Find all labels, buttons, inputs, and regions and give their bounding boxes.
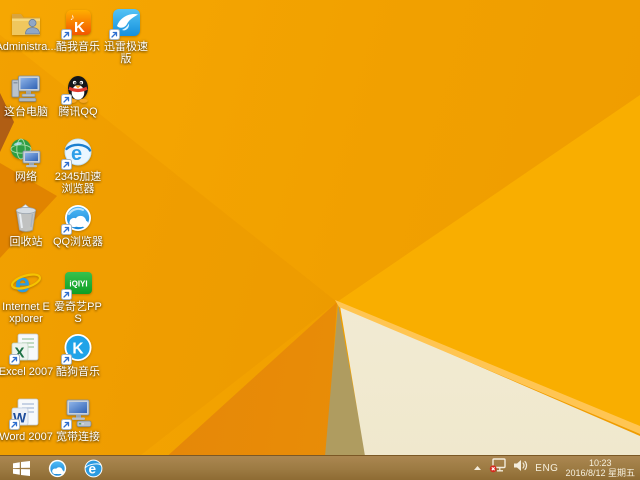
clock-date: 2016/8/12 星期五 — [565, 468, 635, 478]
icon-label: 酷我音乐 — [56, 41, 100, 53]
icon-label: 腾讯QQ — [58, 106, 98, 118]
desktop-icon-kuwo-music[interactable]: ♪ K 酷我音乐 — [52, 6, 104, 53]
iqiyi-icon: iQIYI — [61, 272, 92, 300]
network-disconnected-icon — [490, 458, 506, 473]
desktop-icon-network[interactable]: 网络 — [0, 136, 52, 183]
kuwo-music-icon: ♪ K — [61, 10, 91, 40]
2345-browser-e-icon: e — [61, 138, 92, 170]
desktop-icon-iqiyi-pps[interactable]: iQIYI 爱奇艺PPS — [52, 266, 104, 325]
desktop-icon-administrator[interactable]: Administra... — [0, 6, 57, 53]
clock-time: 10:23 — [588, 457, 612, 468]
desktop-icon-tencent-qq[interactable]: 腾讯QQ — [52, 71, 104, 118]
word-icon: W — [9, 398, 39, 430]
desktop-icon-kugou-music[interactable]: K 酷狗音乐 — [52, 331, 104, 378]
icon-label: Word 2007 — [0, 431, 53, 443]
internet-explorer-icon: e — [84, 459, 102, 477]
clock[interactable]: 10:23 2016/8/12 星期五 — [565, 458, 635, 479]
svg-text:iQIYI: iQIYI — [69, 280, 87, 289]
icon-label: Internet Explorer — [2, 301, 50, 325]
internet-explorer-icon: e — [10, 268, 42, 298]
windows-desktop: Administra... ♪ K 酷我音乐 迅雷极速版 这台电脑 腾讯QQ 网… — [0, 0, 640, 480]
icon-label: 网络 — [15, 171, 37, 183]
user-folder-icon — [12, 14, 40, 35]
excel-icon: X — [9, 333, 39, 365]
show-hidden-icons-button[interactable] — [473, 459, 482, 477]
svg-text:K: K — [74, 19, 85, 36]
icon-label: 迅雷极速版 — [104, 41, 148, 65]
xunlei-bird-icon — [109, 9, 140, 40]
taskbar-qq-browser-button[interactable] — [42, 456, 72, 480]
desktop-icon-excel-2007[interactable]: X Excel 2007 — [0, 331, 54, 378]
icon-label: 宽带连接 — [56, 431, 100, 443]
desktop-icon-word-2007[interactable]: W Word 2007 — [0, 396, 53, 443]
qq-penguin-icon — [61, 76, 88, 105]
icon-label: 这台电脑 — [4, 106, 48, 118]
desktop-icon-qq-browser[interactable]: QQ浏览器 — [52, 201, 104, 248]
computer-icon — [11, 75, 40, 102]
icon-label: 2345加速浏览器 — [54, 171, 102, 195]
desktop-icon-xunlei[interactable]: 迅雷极速版 — [100, 6, 152, 65]
desktop-icon-internet-explorer[interactable]: e Internet Explorer — [0, 266, 52, 325]
network-globe-icon — [10, 138, 41, 168]
broadband-connection-icon — [61, 399, 92, 430]
svg-text:K: K — [72, 341, 84, 358]
icon-label: 爱奇艺PPS — [54, 301, 102, 325]
icon-label: 酷狗音乐 — [56, 366, 100, 378]
speaker-icon — [514, 460, 528, 471]
desktop-icon-broadband[interactable]: 宽带连接 — [52, 396, 104, 443]
taskbar-internet-explorer-button[interactable]: e — [78, 456, 108, 480]
desktop-icon-this-pc[interactable]: 这台电脑 — [0, 71, 52, 118]
chevron-up-icon — [474, 466, 482, 470]
language-indicator[interactable]: ENG — [535, 463, 558, 474]
desktop-icon-2345-browser[interactable]: e 2345加速浏览器 — [52, 136, 104, 195]
icon-label: Excel 2007 — [0, 366, 54, 378]
icon-label: QQ浏览器 — [52, 236, 104, 248]
taskbar: e ENG 10:23 2016/8/12 星期五 — [0, 455, 640, 480]
recycle-bin-icon — [15, 204, 37, 232]
desktop-icon-recycle-bin[interactable]: 回收站 — [0, 201, 52, 248]
qq-browser-icon — [48, 459, 66, 477]
network-status-button[interactable] — [489, 458, 506, 478]
volume-button[interactable] — [513, 459, 528, 477]
icon-label: Administra... — [0, 41, 57, 53]
start-button[interactable] — [6, 456, 36, 480]
kugou-music-icon: K — [61, 333, 92, 365]
icon-label: 回收站 — [9, 236, 43, 248]
qq-browser-icon — [61, 205, 91, 235]
windows-logo-icon — [12, 460, 30, 476]
svg-text:e: e — [15, 268, 30, 298]
